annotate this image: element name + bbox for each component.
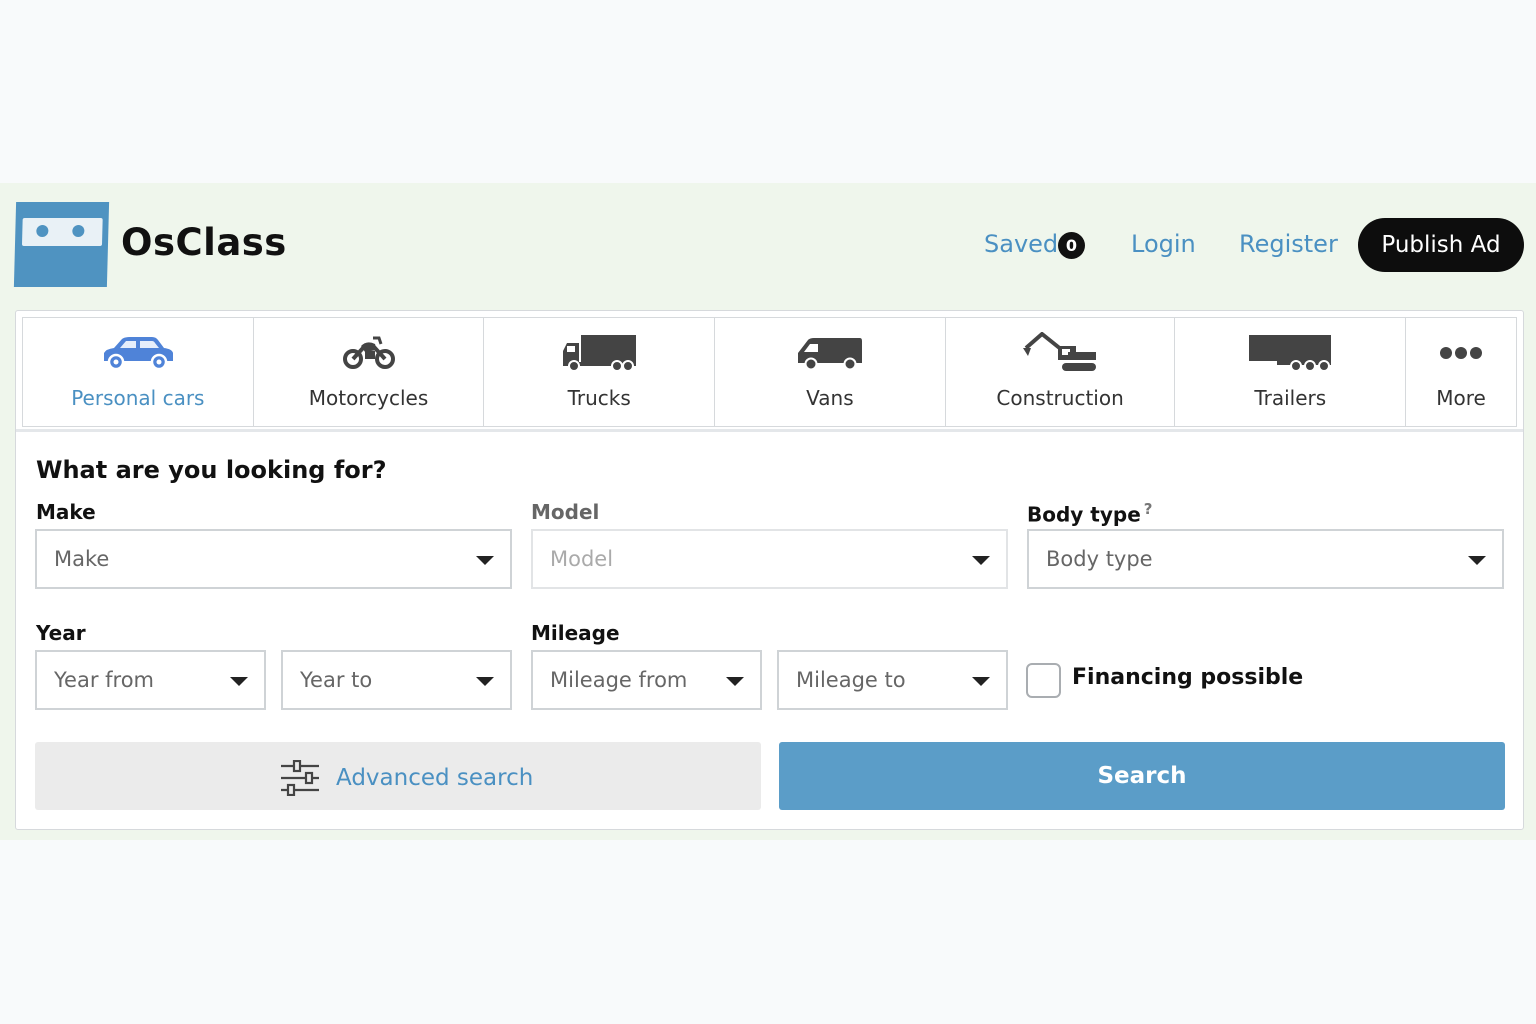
chevron-down-icon: [972, 677, 990, 686]
year-to-value: Year to: [300, 668, 373, 692]
chevron-down-icon: [972, 556, 990, 565]
logo-icon[interactable]: [13, 202, 110, 287]
chevron-down-icon: [230, 677, 248, 686]
make-select-value: Make: [54, 547, 110, 571]
tab-label: Motorcycles: [308, 386, 429, 410]
brand-name[interactable]: OsClass: [121, 221, 287, 264]
tab-motorcycles[interactable]: Motorcycles: [254, 318, 485, 426]
register-link[interactable]: Register: [1239, 230, 1338, 258]
year-from-select[interactable]: Year from: [35, 650, 266, 710]
more-dots-icon: [1440, 347, 1483, 359]
year-to-select[interactable]: Year to: [281, 650, 512, 710]
search-button[interactable]: Search: [779, 742, 1505, 810]
financing-checkbox[interactable]: [1026, 663, 1061, 698]
sliders-icon: [281, 760, 319, 796]
mileage-from-value: Mileage from: [550, 668, 688, 692]
year-from-value: Year from: [54, 668, 155, 692]
model-select[interactable]: Model: [531, 529, 1008, 589]
chevron-down-icon: [1468, 556, 1486, 565]
year-label: Year: [36, 621, 86, 645]
mileage-from-select[interactable]: Mileage from: [531, 650, 762, 710]
site-header: OsClass Saved 0 Login Register Publish A…: [0, 183, 1536, 308]
chevron-down-icon: [476, 677, 494, 686]
body-type-label: Body type?: [1027, 500, 1152, 527]
login-link[interactable]: Login: [1131, 230, 1196, 258]
tab-label: Trucks: [567, 386, 631, 410]
tabs-divider: [16, 429, 1523, 432]
excavator-icon: [1023, 332, 1097, 371]
chevron-down-icon: [726, 677, 744, 686]
category-tabs: Personal cars Motorcycles Trucks Vans Co…: [22, 317, 1517, 427]
tab-construction[interactable]: Construction: [946, 318, 1176, 426]
van-icon: [797, 338, 862, 371]
model-label: Model: [531, 500, 600, 524]
tab-personal-cars[interactable]: Personal cars: [23, 318, 254, 426]
form-title: What are you looking for?: [36, 456, 387, 484]
tab-trucks[interactable]: Trucks: [484, 318, 716, 426]
advanced-search-button[interactable]: Advanced search: [35, 742, 761, 810]
truck-icon: [563, 335, 637, 372]
body-type-select-value: Body type: [1046, 547, 1153, 571]
saved-count-badge: 0: [1058, 232, 1085, 259]
mileage-to-select[interactable]: Mileage to: [777, 650, 1008, 710]
tab-more[interactable]: More: [1406, 318, 1516, 426]
model-select-value: Model: [550, 547, 614, 571]
car-icon: [103, 337, 173, 371]
publish-ad-button[interactable]: Publish Ad: [1358, 218, 1524, 272]
tab-label: Vans: [806, 386, 854, 410]
financing-label[interactable]: Financing possible: [1072, 665, 1303, 690]
tab-trailers[interactable]: Trailers: [1175, 318, 1407, 426]
search-panel: Personal cars Motorcycles Trucks Vans Co…: [15, 310, 1524, 830]
tab-label: Personal cars: [71, 386, 205, 410]
body-type-label-text: Body type: [1027, 502, 1141, 527]
mileage-label: Mileage: [531, 621, 620, 645]
make-label: Make: [36, 500, 96, 524]
advanced-search-label: Advanced search: [336, 765, 534, 791]
trailer-icon: [1249, 335, 1332, 372]
mileage-to-value: Mileage to: [796, 668, 906, 692]
motorcycle-icon: [342, 336, 395, 369]
body-type-select[interactable]: Body type: [1027, 529, 1504, 589]
help-icon[interactable]: ?: [1144, 500, 1153, 518]
saved-link[interactable]: Saved: [984, 230, 1058, 258]
tab-label: More: [1436, 386, 1486, 410]
tab-label: Trailers: [1254, 386, 1327, 410]
tab-label: Construction: [996, 386, 1124, 410]
tab-vans[interactable]: Vans: [715, 318, 946, 426]
chevron-down-icon: [476, 556, 494, 565]
make-select[interactable]: Make: [35, 529, 512, 589]
